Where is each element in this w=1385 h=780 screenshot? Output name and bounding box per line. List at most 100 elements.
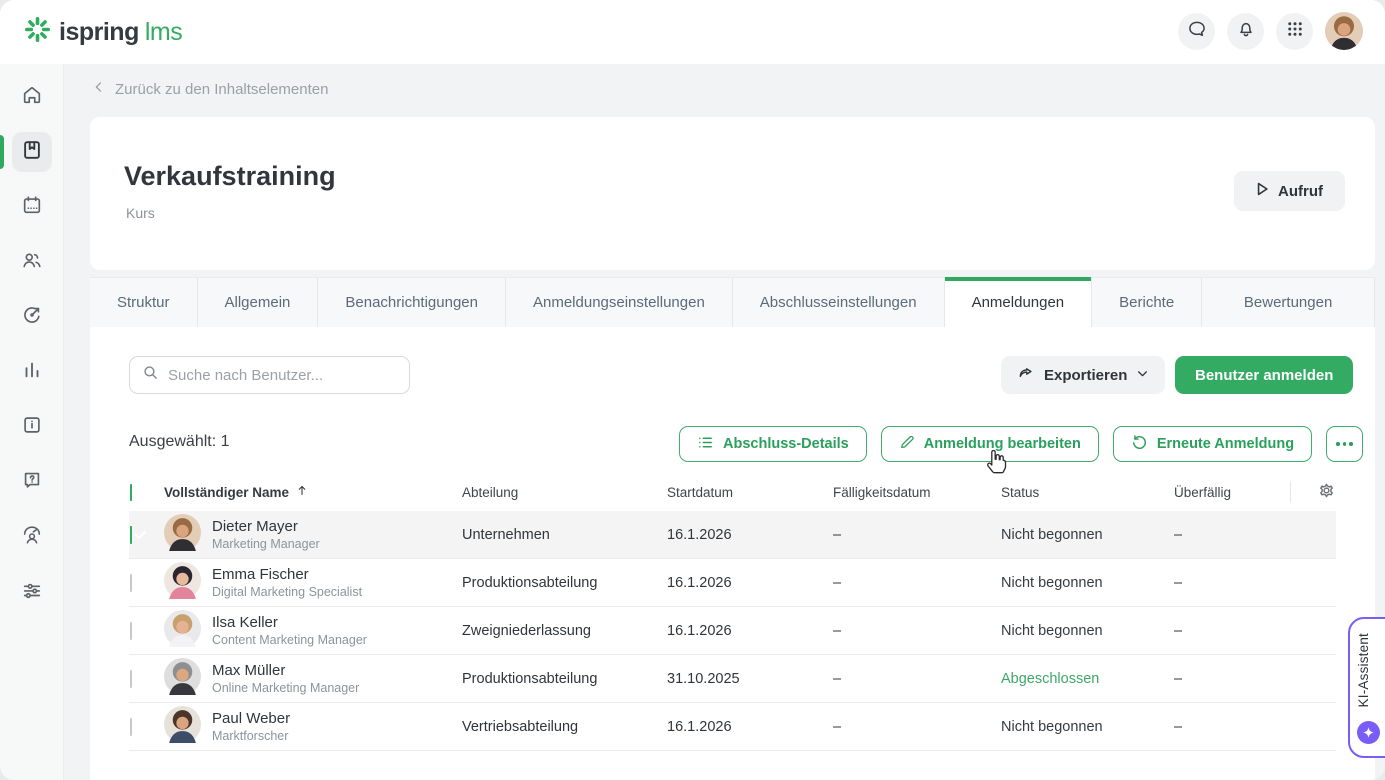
row-checkbox[interactable] [130,526,132,544]
users-icon [21,249,43,276]
tab-berichte[interactable]: Berichte [1092,277,1202,327]
avatar [164,731,201,747]
table-row[interactable]: Ilsa KellerContent Marketing Manager Zwe… [129,607,1336,655]
reenroll-button[interactable]: Erneute Anmeldung [1113,426,1312,462]
more-actions-button[interactable] [1326,426,1363,462]
due-date-cell: – [833,527,1001,543]
sidebar-item-users[interactable] [12,242,52,282]
department-cell: Zweigniederlassung [462,623,667,639]
avatar [164,683,201,699]
logo-text-lms: lms [145,18,182,47]
tab-label: Anmeldungseinstellungen [533,294,705,311]
tab-anmeldungen[interactable]: Anmeldungen [945,277,1093,327]
column-start-date[interactable]: Startdatum [667,485,833,500]
info-panel-icon [21,414,43,441]
apps-grid-icon [1286,20,1304,43]
chevron-down-icon [1136,367,1149,384]
sidebar-item-settings[interactable] [12,572,52,612]
apps-button[interactable] [1276,13,1313,50]
ispring-logo[interactable]: ispring lms [24,16,182,48]
tab-anmeldungseinstellungen[interactable]: Anmeldungseinstellungen [506,277,733,327]
export-button[interactable]: Exportieren [1001,356,1165,394]
notifications-button[interactable] [1227,13,1264,50]
user-search[interactable] [129,356,410,394]
column-status[interactable]: Status [1001,485,1174,500]
column-name[interactable]: Vollständiger Name [164,484,462,500]
sidebar-item-home[interactable] [12,77,52,117]
overdue-cell: – [1174,719,1264,735]
play-icon [1256,182,1269,200]
home-icon [21,84,43,111]
table-settings-button[interactable] [1317,481,1336,503]
table-row[interactable]: Dieter MayerMarketing Manager Unternehme… [129,511,1336,559]
user-name[interactable]: Max Müller [212,662,462,679]
user-name[interactable]: Emma Fischer [212,566,462,583]
active-indicator [0,135,4,169]
select-all-checkbox[interactable] [130,484,132,501]
row-checkbox[interactable] [130,574,132,592]
open-course-button[interactable]: Aufruf [1234,171,1345,211]
user-avatar[interactable] [1325,12,1363,50]
chat-icon [1187,19,1207,44]
row-checkbox[interactable] [130,718,132,736]
user-role: Marktforscher [212,729,462,743]
avatar [164,539,201,555]
row-checkbox[interactable] [130,622,132,640]
ellipsis-icon [1336,442,1340,446]
table-row[interactable]: Emma FischerDigital Marketing Specialist… [129,559,1336,607]
enrollments-panel: Exportieren Benutzer anmelden Ausgewählt… [90,327,1375,780]
edit-enrollment-button[interactable]: Anmeldung bearbeiten [881,426,1099,462]
page-title: Verkaufstraining [124,161,336,192]
user-name[interactable]: Dieter Mayer [212,518,462,535]
enroll-users-button[interactable]: Benutzer anmelden [1175,356,1353,394]
export-label: Exportieren [1044,367,1127,384]
ai-assistant-tab[interactable]: KI-Assistent [1348,617,1385,758]
tab-label: Bewertungen [1244,294,1332,311]
search-input[interactable] [168,367,397,384]
status-cell: Nicht begonnen [1001,623,1174,639]
overdue-cell: – [1174,671,1264,687]
sidebar-item-calendar[interactable] [12,187,52,227]
target-icon [21,304,43,331]
column-overdue[interactable]: Überfällig [1174,485,1264,500]
calendar-icon [21,194,43,221]
start-date-cell: 16.1.2026 [667,623,833,639]
tab-allgemein[interactable]: Allgemein [198,277,319,327]
sidebar-item-support[interactable] [12,462,52,502]
open-course-label: Aufruf [1278,183,1323,200]
tab-struktur[interactable]: Struktur [90,277,198,327]
sidebar-item-courses[interactable] [12,132,52,172]
user-name[interactable]: Ilsa Keller [212,614,462,631]
row-checkbox[interactable] [130,670,132,688]
sidebar-item-info[interactable] [12,407,52,447]
table-row[interactable]: Max MüllerOnline Marketing Manager Produ… [129,655,1336,703]
user-name[interactable]: Paul Weber [212,710,462,727]
sort-asc-icon [296,484,308,500]
column-name-label: Vollständiger Name [164,485,289,500]
coach-gauge-icon [21,524,43,551]
course-tabs: Struktur Allgemein Benachrichtigungen An… [90,277,1375,327]
sliders-icon [21,579,43,606]
breadcrumb-back[interactable]: Zurück zu den Inhaltselementen [92,80,328,98]
column-department[interactable]: Abteilung [462,485,667,500]
left-sidebar [0,64,64,780]
bell-icon [1236,19,1256,44]
sidebar-item-training[interactable] [12,517,52,557]
header-actions [1178,12,1363,50]
tab-abschlusseinstellungen[interactable]: Abschlusseinstellungen [733,277,945,327]
tab-bewertungen[interactable]: Bewertungen [1202,277,1375,327]
column-due-date[interactable]: Fälligkeitsdatum [833,485,1001,500]
tab-benachrichtigungen[interactable]: Benachrichtigungen [318,277,506,327]
completion-details-label: Abschluss-Details [723,436,849,452]
bar-chart-icon [21,359,43,386]
messages-button[interactable] [1178,13,1215,50]
completion-details-button[interactable]: Abschluss-Details [679,426,867,462]
department-cell: Vertriebsabteilung [462,719,667,735]
due-date-cell: – [833,719,1001,735]
sidebar-item-goals[interactable] [12,297,52,337]
search-icon [142,364,159,386]
table-row[interactable]: Paul Weber Marktforscher Vertriebsabteilu… [129,703,1336,751]
ellipsis-icon [1349,442,1353,446]
sidebar-item-reports-chart[interactable] [12,352,52,392]
start-date-cell: 16.1.2026 [667,527,833,543]
